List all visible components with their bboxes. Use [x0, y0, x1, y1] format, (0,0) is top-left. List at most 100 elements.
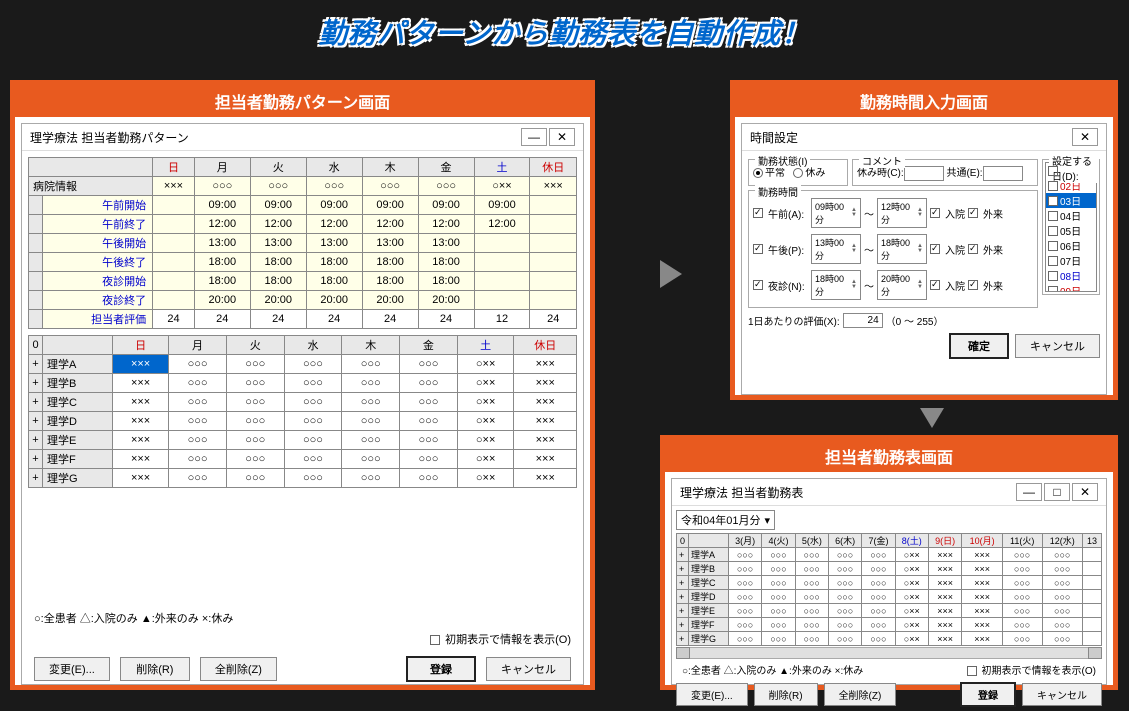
close-icon[interactable]: ✕	[1072, 128, 1098, 146]
expand-icon: +	[29, 450, 43, 469]
staff-pattern-grid[interactable]: 0日月火水木金土休日+理学A×××○○○○○○○○○○○○○○○○×××××+理…	[28, 335, 577, 488]
delete-button[interactable]: 削除(R)	[120, 657, 190, 681]
schedule-titlebar: 理学療法 担当者勤務表 — □ ✕	[672, 479, 1106, 506]
common-comment-input[interactable]	[983, 166, 1023, 181]
month-selector[interactable]: 令和04年01月分▾	[676, 510, 775, 530]
rest-comment-label: 休み時(C):	[857, 168, 904, 179]
schedule-grid[interactable]: 03(月)4(火)5(水)6(木)7(金)8(土)9(日)10(月)11(火)1…	[676, 533, 1102, 646]
time-from-spinner[interactable]: 09時00分▲▼	[811, 198, 861, 228]
time-from-spinner[interactable]: 13時00分▲▼	[811, 234, 861, 264]
staff-row[interactable]: +理学C×××○○○○○○○○○○○○○○○○×××××	[29, 393, 577, 412]
time-enable-check[interactable]	[753, 244, 763, 254]
expand-icon: +	[677, 604, 689, 618]
day-list-item[interactable]: 06日	[1046, 238, 1096, 253]
staff-row[interactable]: +理学E×××○○○○○○○○○○○○○○○○×××××	[29, 431, 577, 450]
banner-text: 勤務パターンから勤務表を自動作成！	[319, 18, 811, 49]
time-panel-title: 勤務時間入力画面	[735, 85, 1113, 117]
expand-icon: +	[677, 576, 689, 590]
day-list-item[interactable]: 04日	[1046, 208, 1096, 223]
time-row: 夜診(N):18時00分▲▼ ～ 20時00分▲▼ 入院 外来	[753, 267, 1033, 303]
expand-icon: +	[677, 618, 689, 632]
time-input-panel: 勤務時間入力画面 時間設定 ✕ 勤務状態(I) 平常 休み コメ	[730, 80, 1118, 400]
time-to-spinner[interactable]: 18時00分▲▼	[877, 234, 927, 264]
time-to-spinner[interactable]: 20時00分▲▼	[877, 270, 927, 300]
pattern-titlebar: 理学療法 担当者勤務パターン — ✕	[22, 124, 583, 151]
outpatient-check[interactable]	[968, 280, 978, 290]
pattern-window: 理学療法 担当者勤務パターン — ✕ 日月火水木金土休日病院情報×××○○○○○…	[21, 123, 584, 685]
delete-all-button[interactable]: 全削除(Z)	[200, 657, 277, 681]
common-comment-label: 共通(E):	[946, 168, 982, 179]
day-list-item[interactable]: 08日	[1046, 268, 1096, 283]
rest-comment-input[interactable]	[904, 166, 944, 181]
day-list-item[interactable]: 07日	[1046, 253, 1096, 268]
schedule-window: 理学療法 担当者勤務表 — □ ✕ 令和04年01月分▾ 03(月)4(火)5(…	[671, 478, 1107, 685]
schedule-row[interactable]: +理学E○○○○○○○○○○○○○○○○××××××××○○○○○○	[677, 604, 1102, 618]
inpatient-check[interactable]	[930, 244, 940, 254]
day-list-item[interactable]: 03日	[1046, 193, 1096, 208]
staff-row[interactable]: +理学G×××○○○○○○○○○○○○○○○○×××××	[29, 469, 577, 488]
day-list-item[interactable]: 05日	[1046, 223, 1096, 238]
eval-input[interactable]: 24	[843, 313, 883, 328]
minimize-icon[interactable]: —	[1016, 483, 1042, 501]
staff-row[interactable]: +理学A×××○○○○○○○○○○○○○○○○×××××	[29, 355, 577, 374]
banner: 勤務パターンから勤務表を自動作成！	[0, 0, 1129, 60]
close-icon[interactable]: ✕	[549, 128, 575, 146]
schedule-row[interactable]: +理学D○○○○○○○○○○○○○○○○××××××××○○○○○○	[677, 590, 1102, 604]
register-button[interactable]: 登録	[406, 656, 476, 682]
schedule-row[interactable]: +理学C○○○○○○○○○○○○○○○○××××××××○○○○○○	[677, 576, 1102, 590]
time-window: 時間設定 ✕ 勤務状態(I) 平常 休み コメント 休み時(C)	[741, 123, 1107, 395]
time-enable-check[interactable]	[753, 208, 763, 218]
schedule-row[interactable]: +理学B○○○○○○○○○○○○○○○○××××××××○○○○○○	[677, 562, 1102, 576]
minimize-icon[interactable]: —	[521, 128, 547, 146]
ok-button[interactable]: 確定	[949, 333, 1009, 359]
pattern-win-title: 理学療法 担当者勤務パターン	[30, 129, 521, 146]
time-titlebar: 時間設定 ✕	[742, 124, 1106, 151]
staff-row[interactable]: +理学B×××○○○○○○○○○○○○○○○○×××××	[29, 374, 577, 393]
outpatient-check[interactable]	[968, 208, 978, 218]
expand-icon: +	[677, 632, 689, 646]
maximize-icon[interactable]: □	[1044, 483, 1070, 501]
worktime-group-label: 勤務時間	[755, 184, 801, 199]
comment-group-label: コメント	[859, 153, 905, 168]
arrow-down-icon	[920, 408, 944, 428]
schedule-row[interactable]: +理学G○○○○○○○○○○○○○○○○××××××××○○○○○○	[677, 632, 1102, 646]
outpatient-check[interactable]	[968, 244, 978, 254]
schedule-row[interactable]: +理学F○○○○○○○○○○○○○○○○××××××××○○○○○○	[677, 618, 1102, 632]
time-row: 午前(A):09時00分▲▼ ～ 12時00分▲▼ 入院 外来	[753, 195, 1033, 231]
init-display-check[interactable]: 初期表示で情報を表示(O)	[430, 631, 571, 647]
legend-text: ○:全患者 △:入院のみ ▲:外来のみ ×:休み	[682, 662, 863, 677]
time-to-spinner[interactable]: 12時00分▲▼	[877, 198, 927, 228]
expand-icon: +	[677, 562, 689, 576]
cancel-button[interactable]: キャンセル	[486, 657, 571, 681]
staff-row[interactable]: +理学F×××○○○○○○○○○○○○○○○○×××××	[29, 450, 577, 469]
horizontal-scrollbar[interactable]	[676, 647, 1102, 659]
init-display-check[interactable]: 初期表示で情報を表示(O)	[967, 662, 1096, 677]
expand-icon: +	[29, 412, 43, 431]
hospital-info-label: 病院情報	[29, 177, 153, 196]
schedule-panel-title: 担当者勤務表画面	[665, 440, 1113, 472]
expand-icon: +	[29, 431, 43, 450]
inpatient-check[interactable]	[930, 280, 940, 290]
pattern-panel-title: 担当者勤務パターン画面	[15, 85, 590, 117]
hospital-info-grid[interactable]: 日月火水木金土休日病院情報×××○○○○○○○○○○○○○○○○×××××午前開…	[28, 157, 577, 329]
cancel-button[interactable]: キャンセル	[1015, 334, 1100, 358]
legend-text: ○:全患者 △:入院のみ ▲:外来のみ ×:休み	[28, 608, 577, 628]
time-win-title: 時間設定	[750, 129, 1072, 146]
status-group-label: 勤務状態(I)	[755, 153, 810, 168]
inpatient-check[interactable]	[930, 208, 940, 218]
eval-label: 1日あたりの評価(X):	[748, 313, 840, 328]
schedule-panel: 担当者勤務表画面 理学療法 担当者勤務表 — □ ✕ 令和04年01月分▾ 03…	[660, 435, 1118, 690]
close-icon[interactable]: ✕	[1072, 483, 1098, 501]
radio-rest[interactable]: 休み	[793, 168, 825, 179]
change-button[interactable]: 変更(E)...	[34, 657, 110, 681]
radio-normal[interactable]: 平常	[753, 168, 785, 179]
arrow-right-icon	[660, 260, 682, 288]
time-from-spinner[interactable]: 18時00分▲▼	[811, 270, 861, 300]
staff-row[interactable]: +理学D×××○○○○○○○○○○○○○○○○×××××	[29, 412, 577, 431]
time-enable-check[interactable]	[753, 280, 763, 290]
expand-icon: +	[29, 355, 43, 374]
day-list-item[interactable]: 09日	[1046, 283, 1096, 292]
schedule-row[interactable]: +理学A○○○○○○○○○○○○○○○○××××××××○○○○○○	[677, 548, 1102, 562]
expand-icon: +	[29, 393, 43, 412]
expand-icon: +	[29, 469, 43, 488]
